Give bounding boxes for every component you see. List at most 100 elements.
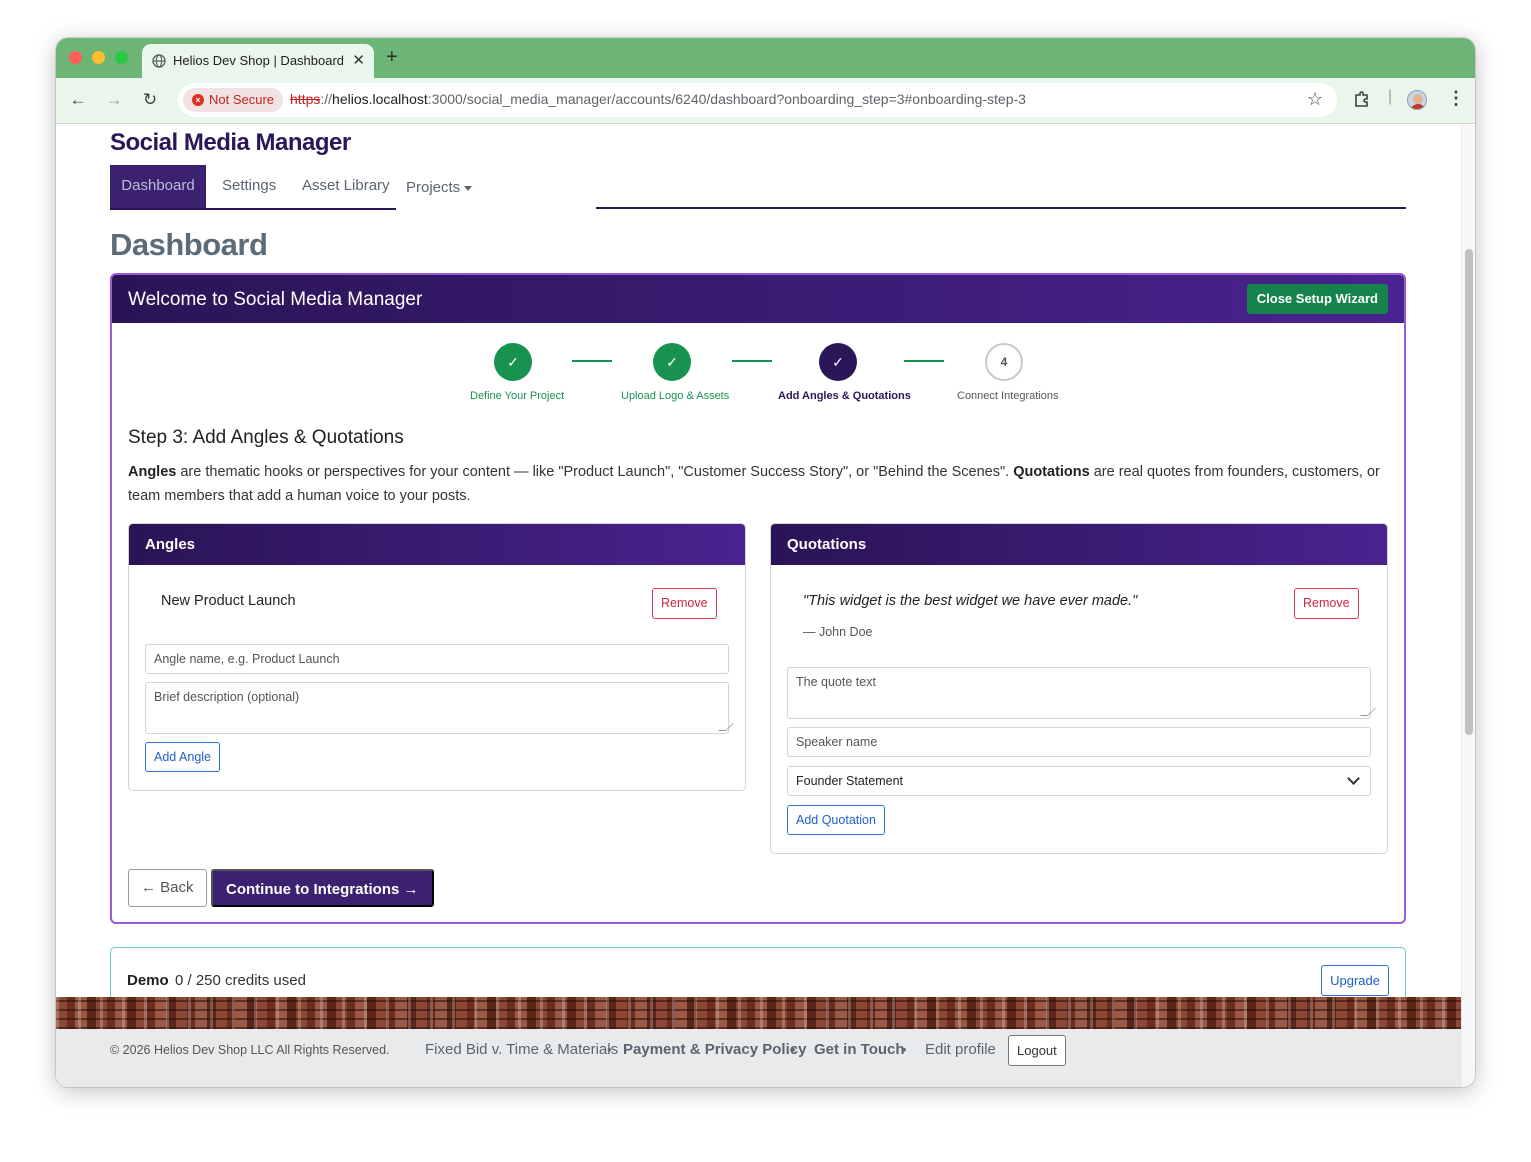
step-connector bbox=[572, 360, 612, 362]
add-quotation-button[interactable]: Add Quotation bbox=[787, 805, 885, 835]
step-1[interactable]: ✓ Define Your Project bbox=[470, 343, 565, 402]
angles-panel: Angles New Product Launch Remove Angle n… bbox=[128, 523, 746, 791]
quote-item-text: "This widget is the best widget we have … bbox=[803, 593, 1138, 609]
wizard-title: Welcome to Social Media Manager bbox=[128, 289, 423, 310]
security-label: Not Secure bbox=[209, 92, 275, 107]
setup-wizard: Welcome to Social Media Manager Close Se… bbox=[110, 273, 1406, 924]
tab-strip: Helios Dev Shop | Dashboard ✕ + bbox=[56, 38, 1475, 78]
nav-projects-dropdown[interactable]: Projects bbox=[406, 167, 473, 210]
tab-close-icon[interactable]: ✕ bbox=[352, 51, 365, 69]
quotations-panel-header: Quotations bbox=[771, 524, 1387, 565]
page-viewport: Social Media Manager Dashboard Settings … bbox=[56, 125, 1461, 1087]
continue-button[interactable]: Continue to Integrations → bbox=[211, 869, 434, 907]
brick-banner bbox=[56, 997, 1461, 1029]
address-bar[interactable]: × Not Secure https://helios.localhost:30… bbox=[178, 83, 1337, 117]
url-path: :3000/social_media_manager/accounts/6240… bbox=[427, 91, 1026, 107]
footer-link-fixed-bid[interactable]: Fixed Bid v. Time & Materials bbox=[425, 1041, 618, 1058]
caret-down-icon bbox=[464, 185, 473, 191]
angle-description-placeholder: Brief description (optional) bbox=[154, 690, 300, 704]
profile-avatar[interactable] bbox=[1407, 90, 1427, 110]
resize-handle-icon[interactable] bbox=[718, 723, 734, 731]
nav-divider bbox=[596, 207, 1406, 209]
check-icon: ✓ bbox=[653, 343, 691, 381]
add-angle-button[interactable]: Add Angle bbox=[145, 742, 220, 772]
maximize-window-button[interactable] bbox=[115, 51, 128, 64]
back-button[interactable]: ← Back bbox=[128, 869, 207, 907]
quotations-term: Quotations bbox=[1013, 464, 1090, 480]
url-scheme: https bbox=[290, 91, 321, 107]
browser-tab[interactable]: Helios Dev Shop | Dashboard ✕ bbox=[142, 44, 374, 78]
bookmark-star-icon[interactable]: ☆ bbox=[1307, 89, 1323, 110]
step-label: Define Your Project bbox=[470, 390, 565, 402]
step-label: Add Angles & Quotations bbox=[778, 390, 911, 402]
angles-term: Angles bbox=[128, 464, 177, 480]
scrollbar-thumb[interactable] bbox=[1465, 249, 1473, 735]
back-arrow-icon[interactable]: ← bbox=[68, 90, 88, 110]
step-label: Connect Integrations bbox=[957, 390, 1059, 402]
upgrade-button[interactable]: Upgrade bbox=[1321, 965, 1389, 996]
plan-name: Demo bbox=[127, 972, 169, 989]
nav-asset-library[interactable]: Asset Library bbox=[302, 165, 390, 208]
wizard-header: Welcome to Social Media Manager Close Se… bbox=[112, 275, 1404, 323]
browser-window: Helios Dev Shop | Dashboard ✕ + ← → ↻ × … bbox=[56, 38, 1475, 1087]
footer-link-get-in-touch[interactable]: Get in Touch bbox=[814, 1041, 905, 1058]
globe-icon bbox=[152, 54, 166, 68]
security-badge[interactable]: × Not Secure bbox=[183, 88, 284, 112]
logout-button[interactable]: Logout bbox=[1008, 1035, 1066, 1066]
url-separator: :// bbox=[320, 91, 333, 107]
nav-dashboard[interactable]: Dashboard bbox=[110, 165, 206, 208]
step-heading: Step 3: Add Angles & Quotations bbox=[128, 427, 404, 448]
speaker-name-input[interactable]: Speaker name bbox=[787, 727, 1371, 757]
step-3[interactable]: ✓ Add Angles & Quotations bbox=[778, 343, 911, 402]
url-text[interactable]: https://helios.localhost:3000/social_med… bbox=[290, 91, 1026, 107]
brand-title[interactable]: Social Media Manager bbox=[110, 129, 351, 157]
avatar-face bbox=[1413, 94, 1423, 104]
page-title: Dashboard bbox=[110, 227, 268, 262]
close-window-button[interactable] bbox=[69, 51, 82, 64]
browser-toolbar: ← → ↻ × Not Secure https://helios.localh… bbox=[56, 78, 1475, 124]
step-number: 4 bbox=[985, 343, 1023, 381]
footer-link-payment-policy[interactable]: Payment & Privacy Policy bbox=[623, 1041, 806, 1058]
page-scrollbar[interactable] bbox=[1461, 125, 1475, 1087]
copyright: © 2026 Helios Dev Shop LLC All Rights Re… bbox=[110, 1043, 390, 1057]
quotations-panel: Quotations "This widget is the best widg… bbox=[770, 523, 1388, 854]
angle-item-name: New Product Launch bbox=[161, 593, 296, 609]
remove-angle-button[interactable]: Remove bbox=[652, 588, 717, 619]
footer-link-edit-profile[interactable]: Edit profile bbox=[925, 1041, 996, 1058]
close-setup-wizard-button[interactable]: Close Setup Wizard bbox=[1246, 284, 1388, 314]
extensions-puzzle-icon[interactable] bbox=[1353, 90, 1371, 108]
footer-separator: • bbox=[902, 1042, 907, 1057]
toolbar-divider: | bbox=[1388, 88, 1393, 105]
minimize-window-button[interactable] bbox=[92, 51, 105, 64]
nav-projects-label: Projects bbox=[406, 179, 461, 196]
step-connector bbox=[904, 360, 944, 362]
warning-icon: × bbox=[192, 94, 204, 106]
nav-settings[interactable]: Settings bbox=[222, 165, 276, 208]
reload-icon[interactable]: ↻ bbox=[140, 90, 160, 110]
angle-name-input[interactable]: Angle name, e.g. Product Launch bbox=[145, 644, 729, 674]
step-connector bbox=[732, 360, 772, 362]
chevron-down-icon bbox=[1347, 772, 1360, 785]
angles-panel-header: Angles bbox=[129, 524, 745, 565]
remove-quotation-button[interactable]: Remove bbox=[1294, 588, 1359, 619]
quotation-type-select[interactable]: Founder Statement bbox=[787, 766, 1371, 796]
forward-arrow-icon[interactable]: → bbox=[104, 90, 124, 110]
step-4[interactable]: 4 Connect Integrations bbox=[957, 343, 1059, 402]
resize-handle-icon[interactable] bbox=[1360, 708, 1376, 716]
avatar-body bbox=[1410, 104, 1426, 109]
check-icon: ✓ bbox=[494, 343, 532, 381]
credits-used: 0 / 250 credits used bbox=[175, 972, 306, 989]
quote-text-input[interactable]: The quote text bbox=[787, 667, 1376, 719]
step-2[interactable]: ✓ Upload Logo & Assets bbox=[621, 343, 729, 402]
footer-separator: • bbox=[607, 1042, 612, 1057]
new-tab-icon[interactable]: + bbox=[386, 46, 398, 69]
footer-separator: • bbox=[791, 1042, 796, 1057]
angle-description-input[interactable]: Brief description (optional) bbox=[145, 682, 734, 734]
quotation-type-value: Founder Statement bbox=[796, 774, 904, 788]
step-description: Angles are thematic hooks or perspective… bbox=[128, 460, 1390, 508]
tab-title: Helios Dev Shop | Dashboard bbox=[173, 53, 343, 68]
browser-menu-icon[interactable]: ⋮ bbox=[1447, 88, 1465, 109]
quote-text-placeholder: The quote text bbox=[796, 675, 876, 689]
footer: © 2026 Helios Dev Shop LLC All Rights Re… bbox=[56, 1029, 1461, 1087]
url-host: helios.localhost bbox=[332, 91, 428, 107]
